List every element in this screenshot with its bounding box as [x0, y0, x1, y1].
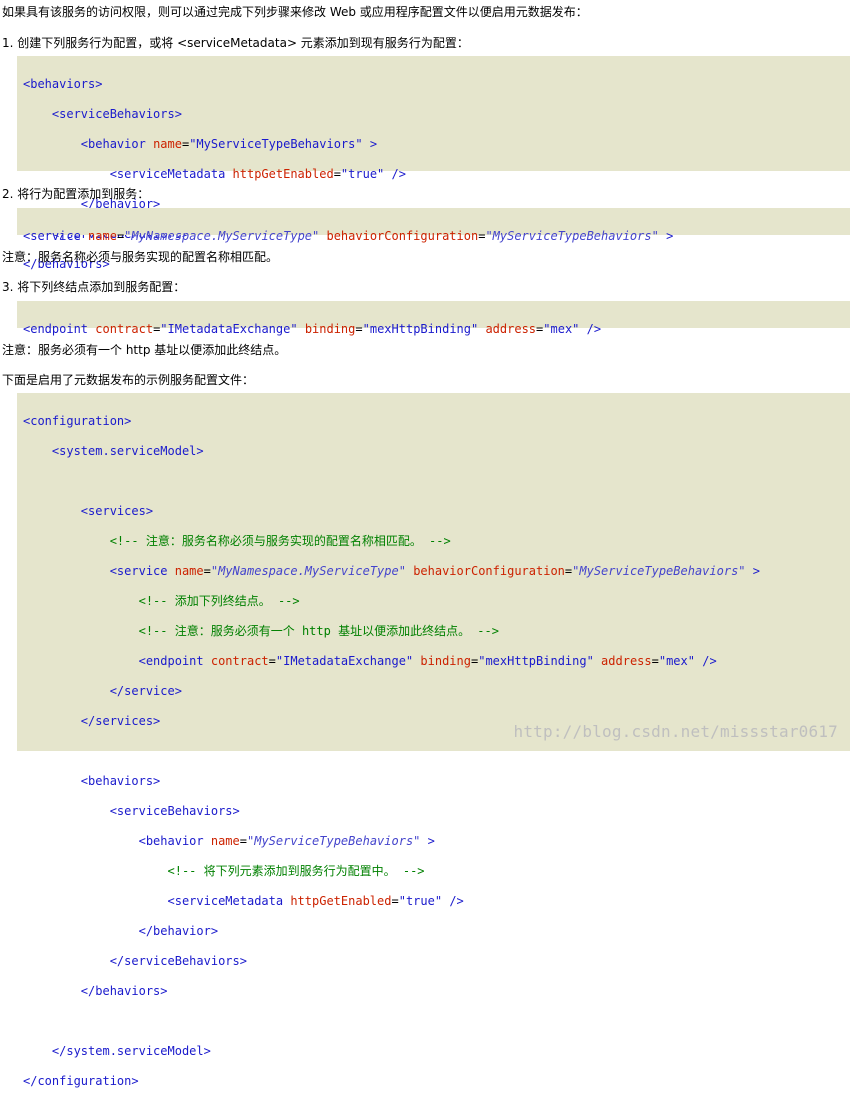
- code-attr: behaviorConfiguration: [413, 564, 565, 578]
- code-attr: name: [174, 564, 204, 578]
- code-line: </serviceBehaviors>: [109, 954, 247, 968]
- code-tag: <endpoint: [23, 322, 89, 336]
- code-line: </system.serviceModel>: [51, 1044, 211, 1058]
- code-value: "MyServiceTypeBehaviors": [485, 229, 659, 243]
- code-tag-end: >: [752, 564, 760, 578]
- code-tag: <service: [109, 564, 168, 578]
- code-tag: <endpoint: [138, 654, 204, 668]
- code-line: <services>: [80, 504, 154, 518]
- code-attr: contract: [95, 322, 154, 336]
- code-attr: address: [485, 322, 537, 336]
- watermark-text: http://blog.csdn.net/missstar0617: [513, 722, 838, 741]
- code-value: "IMetadataExchange": [160, 322, 298, 336]
- code-tag: <behavior: [80, 137, 146, 151]
- code-line: </service>: [109, 684, 182, 698]
- code-block-behaviors: <behaviors> <serviceBehaviors> <behavior…: [17, 56, 850, 271]
- code-block-service: <service name="MyNamespace.MyServiceType…: [17, 208, 850, 243]
- code-comment: <!-- 将下列元素添加到服务行为配置中。 -->: [167, 864, 425, 878]
- code-tag: <serviceMetadata: [167, 894, 284, 908]
- code-value: "MyNamespace.MyServiceType": [124, 229, 320, 243]
- code-tag: <service: [23, 229, 81, 243]
- code-value: "MyServiceTypeBehaviors": [572, 564, 746, 578]
- code-attr: name: [88, 229, 117, 243]
- code-value: "true": [398, 894, 443, 908]
- code-value: "mex": [543, 322, 580, 336]
- code-attr: name: [210, 834, 240, 848]
- code-line: </behaviors>: [80, 984, 168, 998]
- code-value: "MyServiceTypeBehaviors": [189, 137, 363, 151]
- code-tag-end: >: [427, 834, 435, 848]
- code-value: "true": [340, 167, 385, 181]
- code-line: </services>: [80, 714, 161, 728]
- code-value: "MyServiceTypeBehaviors": [247, 834, 421, 848]
- note1-text: 注意：服务名称必须与服务实现的配置名称相匹配。: [2, 250, 279, 264]
- code-value: "mexHttpBinding": [362, 322, 479, 336]
- code-tag: <behavior: [138, 834, 204, 848]
- code-tag-end: />: [586, 322, 602, 336]
- code-line: </configuration>: [23, 1074, 139, 1088]
- intro-text: 如果具有该服务的访问权限，则可以通过完成下列步骤来修改 Web 或应用程序配置文…: [2, 5, 588, 19]
- note2-text: 注意：服务必须有一个 http 基址以便添加此终结点。: [2, 343, 287, 357]
- code-tag-end: />: [449, 894, 464, 908]
- code-attr: name: [153, 137, 182, 151]
- code-comment: <!-- 注意：服务名称必须与服务实现的配置名称相匹配。 -->: [109, 534, 451, 548]
- code-tag-end: >: [369, 137, 378, 151]
- code-line: <behaviors>: [80, 774, 161, 788]
- code-attr: httpGetEnabled: [290, 894, 392, 908]
- code-attr: binding: [304, 322, 356, 336]
- sample-intro-text: 下面是启用了元数据发布的示例服务配置文件：: [2, 373, 255, 387]
- code-value: "mex": [658, 654, 695, 668]
- code-line: </behavior>: [138, 924, 219, 938]
- code-value: "mexHttpBinding": [478, 654, 594, 668]
- code-attr: address: [601, 654, 652, 668]
- step1-text: 1. 创建下列服务行为配置，或将 <serviceMetadata> 元素添加到…: [2, 36, 469, 50]
- code-line: <configuration>: [23, 414, 132, 428]
- code-comment: <!-- 注意：服务必须有一个 http 基址以便添加此终结点。 -->: [138, 624, 499, 638]
- code-attr: contract: [210, 654, 269, 668]
- code-value: "MyNamespace.MyServiceType": [210, 564, 406, 578]
- step2-text: 2. 将行为配置添加到服务：: [2, 187, 150, 201]
- code-attr: behaviorConfiguration: [326, 229, 479, 243]
- code-block-sample-config: <configuration> <system.serviceModel> <s…: [17, 393, 850, 1088]
- code-attr: binding: [420, 654, 471, 668]
- code-comment: <!-- 添加下列终结点。 -->: [138, 594, 300, 608]
- code-tag-end: />: [702, 654, 717, 668]
- code-block-endpoint: <endpoint contract="IMetadataExchange" b…: [17, 301, 850, 336]
- code-attr: httpGetEnabled: [232, 167, 334, 181]
- code-line: <system.serviceModel>: [51, 444, 204, 458]
- code-value: "IMetadataExchange": [275, 654, 414, 668]
- code-tag-end: />: [391, 167, 406, 181]
- code-tag-end: >: [666, 229, 674, 243]
- code-line: <serviceBehaviors>: [51, 107, 182, 121]
- code-line: <behaviors>: [23, 77, 103, 91]
- code-tag: <serviceMetadata: [109, 167, 226, 181]
- code-line: <serviceBehaviors>: [109, 804, 240, 818]
- step3-text: 3. 将下列终结点添加到服务配置：: [2, 280, 186, 294]
